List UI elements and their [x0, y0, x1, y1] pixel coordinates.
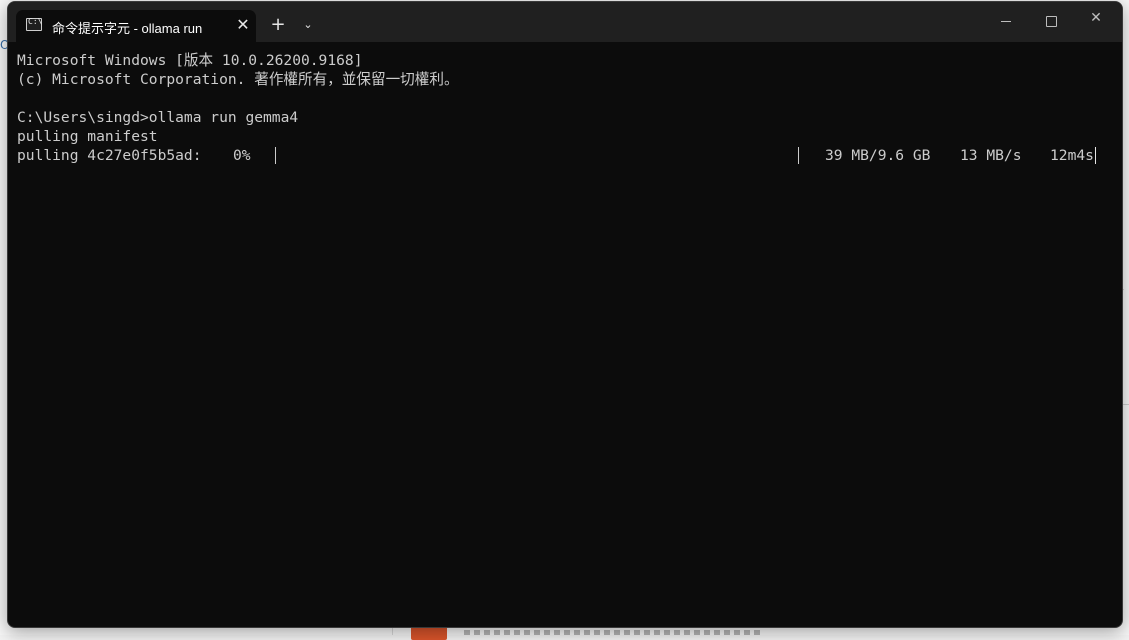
maximize-icon: [1046, 16, 1057, 27]
background-left-text: O: [0, 38, 10, 52]
pull-size: 39 MB/9.6 GB: [825, 147, 931, 164]
command-prompt-icon: C:\: [26, 17, 43, 31]
console-line-command: C:\Users\singd>ollama run gemma4: [17, 109, 299, 126]
text-cursor: [1095, 147, 1096, 164]
background-app-icon: [411, 626, 447, 640]
minimize-icon: [1001, 21, 1011, 22]
close-icon: ✕: [1090, 10, 1102, 26]
tab-title: 命令提示字元 - ollama run: [52, 21, 203, 36]
close-window-button[interactable]: ✕: [1076, 10, 1116, 34]
progress-bar: [275, 146, 799, 165]
new-tab-button[interactable]: +: [267, 14, 289, 36]
background-divider: [1122, 404, 1129, 405]
progress-bar-right-edge: [798, 147, 799, 164]
pull-speed: 13 MB/s: [960, 147, 1022, 164]
command-prompt-icon-glyph: C:\: [28, 17, 43, 26]
console-line-version: Microsoft Windows [版本 10.0.26200.9168]: [17, 52, 363, 69]
console-line-manifest: pulling manifest: [17, 128, 158, 145]
tab-dropdown-chevron-icon[interactable]: ⌄: [299, 15, 317, 35]
tab-command-prompt[interactable]: C:\ 命令提示字元 - ollama run ✕: [16, 10, 256, 42]
maximize-button[interactable]: [1031, 10, 1071, 34]
console-line-copyright: (c) Microsoft Corporation. 著作權所有，並保留一切權利…: [17, 71, 459, 88]
pull-layer-label: pulling 4c27e0f5b5ad:: [17, 147, 202, 164]
minimize-button[interactable]: [986, 10, 1026, 34]
console-output[interactable]: Microsoft Windows [版本 10.0.26200.9168] (…: [17, 49, 1115, 619]
title-bar[interactable]: C:\ 命令提示字元 - ollama run ✕ + ⌄ ✕: [8, 2, 1122, 42]
pull-eta: 12m4s: [1050, 147, 1094, 164]
background-text-strip: [464, 630, 764, 635]
pull-percent: 0%: [233, 147, 251, 164]
terminal-window: C:\ 命令提示字元 - ollama run ✕ + ⌄ ✕ Microsof…: [7, 1, 1123, 628]
tab-close-icon[interactable]: ✕: [234, 16, 252, 34]
